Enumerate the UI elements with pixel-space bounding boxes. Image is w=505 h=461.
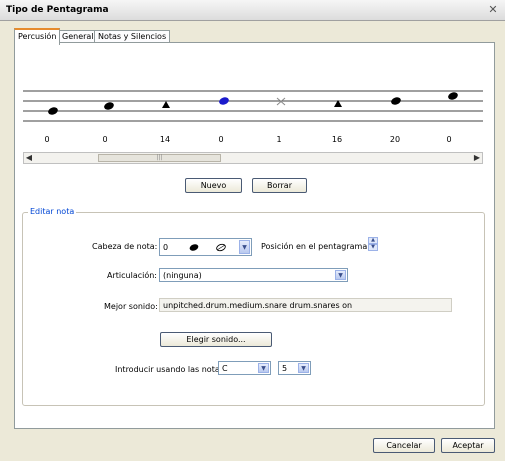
articulation-select[interactable]: (ninguna) ▼	[159, 268, 348, 282]
notehead-triangle[interactable]	[162, 101, 170, 108]
chevron-down-icon[interactable]: ▼	[258, 363, 269, 373]
filled-notehead-icon	[189, 244, 199, 251]
accept-button[interactable]: Aceptar	[441, 438, 495, 453]
staff-value: 14	[160, 135, 170, 144]
staff-value: 1	[276, 135, 281, 144]
staff-scrollbar[interactable]: ◀ ||| ▶	[23, 152, 483, 164]
staff-value: 16	[332, 135, 342, 144]
spin-down-icon[interactable]: ▼	[368, 244, 378, 251]
notehead-label: Cabeza de nota:	[92, 242, 158, 251]
scroll-thumb[interactable]: |||	[98, 154, 221, 162]
staff-position-label: Posición en el pentagrama:	[261, 242, 370, 251]
note-value: C	[222, 364, 228, 373]
scroll-left-icon[interactable]: ◀	[24, 153, 34, 163]
delete-button[interactable]: Borrar	[252, 178, 307, 193]
choose-sound-button[interactable]: Elegir sonido...	[160, 332, 272, 347]
tab-percusion[interactable]: Percusión	[14, 28, 61, 45]
edit-note-legend: Editar nota	[28, 207, 77, 216]
notehead-oval[interactable]	[103, 101, 115, 111]
notehead-oval[interactable]	[47, 106, 59, 116]
notehead-oval-selected[interactable]	[218, 96, 230, 106]
notehead-value: 0	[163, 243, 169, 252]
new-button[interactable]: Nuevo	[185, 178, 242, 193]
best-sound-value: unpitched.drum.medium.snare drum.snares …	[163, 301, 353, 310]
position-stepper[interactable]: ▲ ▼	[368, 237, 378, 252]
close-icon[interactable]: ✕	[487, 4, 499, 16]
note-select[interactable]: C ▼	[218, 361, 271, 375]
open-notehead-icon	[216, 243, 226, 252]
notehead-select[interactable]: 0 ▼	[159, 238, 252, 256]
chevron-down-icon[interactable]: ▼	[335, 270, 346, 280]
notehead-x[interactable]	[276, 97, 286, 106]
scroll-right-icon[interactable]: ▶	[472, 153, 482, 163]
staff-value: 0	[446, 135, 451, 144]
best-sound-label: Mejor sonido:	[104, 302, 158, 311]
articulation-label: Articulación:	[107, 271, 157, 280]
staff-svg: 0 0 14 0 1 16 20 0	[23, 90, 483, 144]
cancel-button[interactable]: Cancelar	[373, 438, 435, 453]
staff-value: 0	[44, 135, 49, 144]
window-title: Tipo de Pentagrama	[6, 5, 109, 15]
chevron-down-icon[interactable]: ▼	[239, 240, 250, 254]
notehead-oval[interactable]	[390, 96, 402, 106]
notehead-oval[interactable]	[447, 91, 459, 101]
best-sound-field: unpitched.drum.medium.snare drum.snares …	[159, 298, 452, 312]
staff-value: 0	[218, 135, 223, 144]
input-notes-label: Introducir usando las notas	[115, 365, 224, 374]
octave-select[interactable]: 5 ▼	[278, 361, 311, 375]
title-bar: Tipo de Pentagrama ✕	[0, 0, 505, 21]
octave-value: 5	[282, 364, 288, 373]
staff-value: 20	[390, 135, 400, 144]
staff-value: 0	[102, 135, 107, 144]
chevron-down-icon[interactable]: ▼	[298, 363, 309, 373]
articulation-value: (ninguna)	[163, 271, 202, 280]
staff-preview[interactable]: 0 0 14 0 1 16 20 0	[23, 62, 483, 150]
spin-up-icon[interactable]: ▲	[368, 237, 378, 244]
